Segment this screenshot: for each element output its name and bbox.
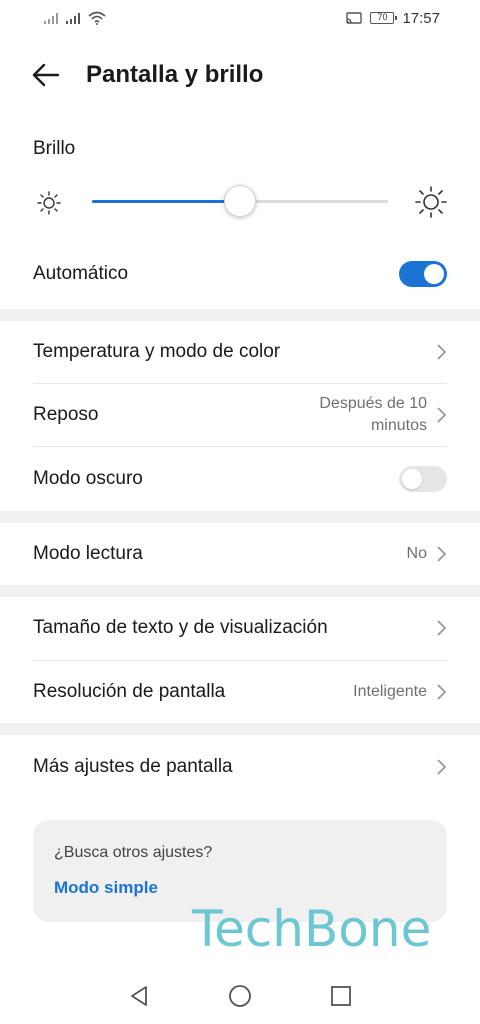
- brightness-slider-thumb[interactable]: [224, 185, 256, 217]
- sleep-value: Después de 10 minutos: [319, 393, 427, 437]
- nav-home-icon[interactable]: [228, 984, 252, 1008]
- back-button[interactable]: [0, 48, 80, 102]
- auto-brightness-label: Automático: [33, 263, 129, 284]
- brightness-slider[interactable]: [92, 185, 388, 217]
- status-right: 70 17:57: [346, 10, 440, 27]
- resolution-label: Resolución de pantalla: [33, 681, 226, 702]
- nav-recents-icon[interactable]: [330, 985, 352, 1007]
- simple-mode-link[interactable]: Modo simple: [54, 878, 426, 898]
- arrow-left-icon: [32, 63, 60, 87]
- auto-brightness-toggle[interactable]: [399, 261, 447, 287]
- toggle-knob: [424, 264, 444, 284]
- chevron-right-icon: [437, 759, 447, 775]
- sleep-row[interactable]: Reposo Después de 10 minutos: [0, 384, 480, 446]
- chevron-right-icon: [437, 684, 447, 700]
- cast-icon: [346, 11, 363, 24]
- more-settings-label: Más ajustes de pantalla: [33, 756, 233, 777]
- auto-brightness-row[interactable]: Automático: [0, 252, 480, 296]
- dark-mode-row[interactable]: Modo oscuro: [0, 447, 480, 511]
- navigation-bar: [0, 968, 480, 1024]
- watermark: TechBone: [192, 900, 432, 958]
- reading-mode-value: No: [406, 545, 427, 562]
- section-gap: [0, 511, 480, 523]
- sim1-signal-icon: [44, 12, 58, 24]
- clock: 17:57: [402, 9, 440, 27]
- dark-mode-toggle[interactable]: [399, 466, 447, 492]
- sun-small-icon: [37, 191, 61, 215]
- section-gap: [0, 585, 480, 597]
- row-right: [435, 343, 447, 361]
- more-settings-row[interactable]: Más ajustes de pantalla: [0, 735, 480, 799]
- row-right: Inteligente: [353, 681, 447, 703]
- battery-icon: 70: [370, 12, 398, 24]
- sim2-signal-icon: [66, 12, 80, 24]
- row-right: [435, 758, 447, 776]
- toggle-knob: [402, 469, 422, 489]
- sleep-value-line1: Después de 10: [319, 395, 427, 412]
- status-bar: 70 17:57: [0, 0, 480, 36]
- chevron-right-icon: [437, 546, 447, 562]
- sun-large-icon: [415, 186, 447, 218]
- brightness-slider-fill: [92, 200, 240, 203]
- suggestion-question: ¿Busca otros ajustes?: [54, 844, 213, 861]
- resolution-row[interactable]: Resolución de pantalla Inteligente: [0, 661, 480, 723]
- dark-mode-label: Modo oscuro: [33, 468, 143, 489]
- section-gap: [0, 309, 480, 321]
- chevron-right-icon: [437, 407, 447, 423]
- temperature-color-label: Temperatura y modo de color: [33, 341, 281, 362]
- sleep-value-line2: minutos: [370, 417, 427, 434]
- nav-back-icon[interactable]: [128, 985, 150, 1007]
- row-right: No: [407, 543, 447, 565]
- reading-mode-row[interactable]: Modo lectura No: [0, 523, 480, 585]
- status-left: [44, 11, 106, 25]
- page-title: Pantalla y brillo: [86, 61, 264, 88]
- chevron-right-icon: [437, 344, 447, 360]
- app-bar: Pantalla y brillo: [0, 48, 480, 102]
- brightness-label: Brillo: [33, 138, 76, 159]
- row-right: [435, 619, 447, 637]
- wifi-icon: [88, 11, 106, 25]
- text-size-row[interactable]: Tamaño de texto y de visualización: [0, 597, 480, 659]
- temperature-color-row[interactable]: Temperatura y modo de color: [0, 321, 480, 383]
- reading-mode-label: Modo lectura: [33, 543, 143, 564]
- row-right: Después de 10 minutos: [319, 393, 447, 437]
- brightness-slider-row: [0, 180, 480, 224]
- resolution-value: Inteligente: [353, 683, 427, 700]
- chevron-right-icon: [437, 620, 447, 636]
- sleep-label: Reposo: [33, 404, 99, 425]
- section-gap: [0, 723, 480, 735]
- text-size-label: Tamaño de texto y de visualización: [33, 617, 328, 638]
